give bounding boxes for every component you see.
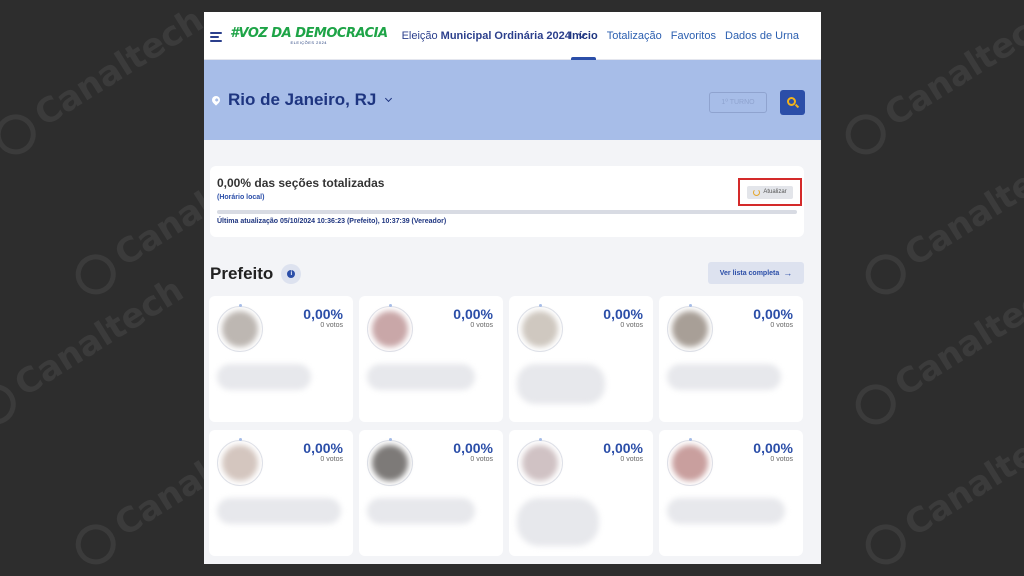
nav-dados-de-urna[interactable]: Dados de Urna bbox=[725, 12, 799, 60]
top-navigation-bar: #VOZ DA DEMOCRACIA ELEIÇÕES 2024 Eleição… bbox=[204, 12, 821, 60]
see-full-list-button[interactable]: Ver lista completa → bbox=[708, 262, 804, 284]
candidate-percent: 0,00% bbox=[303, 440, 343, 456]
election-prefix: Eleição bbox=[401, 29, 438, 42]
refresh-button[interactable]: Atualizar bbox=[747, 185, 793, 199]
nav-inicio[interactable]: Início bbox=[569, 12, 598, 60]
candidate-votes: 0 votos bbox=[770, 322, 793, 329]
candidate-card[interactable]: 0,00% 0 votos bbox=[509, 296, 653, 422]
candidate-card[interactable]: 0,00% 0 votos bbox=[509, 430, 653, 556]
candidate-votes: 0 votos bbox=[620, 456, 643, 463]
candidate-name-blurred bbox=[217, 364, 311, 390]
candidate-photo bbox=[522, 445, 558, 481]
candidate-percent: 0,00% bbox=[753, 440, 793, 456]
candidate-avatar bbox=[367, 438, 413, 486]
candidate-photo bbox=[672, 445, 708, 481]
location-banner: Rio de Janeiro, RJ 1º TURNO bbox=[204, 60, 821, 140]
candidate-photo bbox=[222, 445, 258, 481]
candidate-avatar bbox=[517, 438, 563, 486]
logo-sub-text: ELEIÇÕES 2024 bbox=[290, 39, 328, 45]
info-icon: i bbox=[287, 270, 296, 278]
watermark-text: Canaltech bbox=[857, 410, 1024, 572]
election-name: Municipal Ordinária 2024 bbox=[440, 29, 571, 42]
candidate-avatar bbox=[517, 304, 563, 352]
candidate-percent: 0,00% bbox=[603, 440, 643, 456]
totalization-progress-bar bbox=[217, 210, 797, 214]
city-selector[interactable]: Rio de Janeiro, RJ bbox=[228, 90, 376, 110]
totalization-percent-text: 0,00% das seções totalizadas bbox=[217, 176, 385, 190]
election-selector[interactable]: Eleição Municipal Ordinária 2024 bbox=[401, 29, 587, 42]
candidate-card[interactable]: 0,00% 0 votos bbox=[359, 296, 503, 422]
nav-favoritos[interactable]: Favoritos bbox=[671, 12, 716, 60]
candidate-avatar bbox=[367, 304, 413, 352]
candidate-name-blurred bbox=[667, 498, 785, 524]
logo-main-text: #VOZ DA DEMOCRACIA bbox=[230, 25, 388, 41]
candidate-photo bbox=[522, 311, 558, 347]
candidate-percent: 0,00% bbox=[603, 306, 643, 322]
candidate-photo bbox=[672, 311, 708, 347]
candidate-card[interactable]: 0,00% 0 votos bbox=[209, 296, 353, 422]
nav-totalizacao[interactable]: Totalização bbox=[607, 12, 662, 60]
watermark-text: Canaltech bbox=[837, 0, 1024, 162]
totalization-status-card: 0,00% das seções totalizadas (Horário lo… bbox=[210, 166, 804, 237]
app-page: #VOZ DA DEMOCRACIA ELEIÇÕES 2024 Eleição… bbox=[204, 12, 821, 564]
turno-button[interactable]: 1º TURNO bbox=[709, 92, 767, 113]
main-nav: Início Totalização Favoritos Dados de Ur… bbox=[569, 12, 799, 60]
candidate-card[interactable]: 0,00% 0 votos bbox=[359, 430, 503, 556]
see-full-list-label: Ver lista completa bbox=[719, 269, 780, 277]
candidate-votes: 0 votos bbox=[620, 322, 643, 329]
app-logo[interactable]: #VOZ DA DEMOCRACIA ELEIÇÕES 2024 bbox=[230, 27, 388, 45]
candidate-name-blurred bbox=[667, 364, 781, 390]
candidate-votes: 0 votos bbox=[320, 322, 343, 329]
candidate-card[interactable]: 0,00% 0 votos bbox=[659, 430, 803, 556]
candidate-votes: 0 votos bbox=[470, 322, 493, 329]
candidate-name-blurred bbox=[217, 498, 341, 524]
candidate-avatar bbox=[667, 438, 713, 486]
hamburger-menu-icon[interactable] bbox=[210, 31, 222, 42]
candidate-percent: 0,00% bbox=[453, 306, 493, 322]
watermark-text: Canaltech bbox=[857, 140, 1024, 302]
search-icon bbox=[787, 97, 796, 106]
watermark-text: Canaltech bbox=[0, 0, 211, 162]
candidate-name-blurred bbox=[367, 498, 475, 524]
candidate-photo bbox=[372, 445, 408, 481]
candidate-photo bbox=[222, 311, 258, 347]
candidate-avatar bbox=[667, 304, 713, 352]
candidate-card[interactable]: 0,00% 0 votos bbox=[659, 296, 803, 422]
location-pin-icon bbox=[210, 94, 222, 106]
candidate-percent: 0,00% bbox=[453, 440, 493, 456]
last-update-text: Última atualização 05/10/2024 10:36:23 (… bbox=[217, 218, 447, 225]
candidate-votes: 0 votos bbox=[470, 456, 493, 463]
candidate-card[interactable]: 0,00% 0 votos bbox=[209, 430, 353, 556]
candidate-avatar bbox=[217, 304, 263, 352]
candidate-name-blurred bbox=[517, 364, 605, 404]
refresh-icon bbox=[753, 188, 761, 196]
candidate-photo bbox=[372, 311, 408, 347]
refresh-highlight-box: Atualizar bbox=[738, 178, 802, 206]
candidate-avatar bbox=[217, 438, 263, 486]
section-title: Prefeito bbox=[210, 264, 274, 283]
refresh-label: Atualizar bbox=[763, 189, 787, 195]
candidate-votes: 0 votos bbox=[320, 456, 343, 463]
chevron-down-icon[interactable] bbox=[385, 94, 393, 103]
candidate-name-blurred bbox=[517, 498, 599, 546]
prefeito-section-header: Prefeito i Ver lista completa → bbox=[210, 262, 804, 286]
watermark-text: Canaltech bbox=[847, 270, 1024, 432]
candidate-votes: 0 votos bbox=[770, 456, 793, 463]
watermark-text: Canaltech bbox=[0, 270, 191, 432]
candidate-percent: 0,00% bbox=[753, 306, 793, 322]
candidate-percent: 0,00% bbox=[303, 306, 343, 322]
arrow-right-icon: → bbox=[783, 268, 793, 278]
info-button[interactable]: i bbox=[281, 264, 302, 284]
search-button[interactable] bbox=[780, 90, 805, 115]
candidate-grid: 0,00% 0 votos 0,00% 0 votos 0,00% 0 voto… bbox=[209, 296, 805, 556]
local-time-link[interactable]: (Horário local) bbox=[217, 194, 797, 201]
candidate-name-blurred bbox=[367, 364, 475, 390]
